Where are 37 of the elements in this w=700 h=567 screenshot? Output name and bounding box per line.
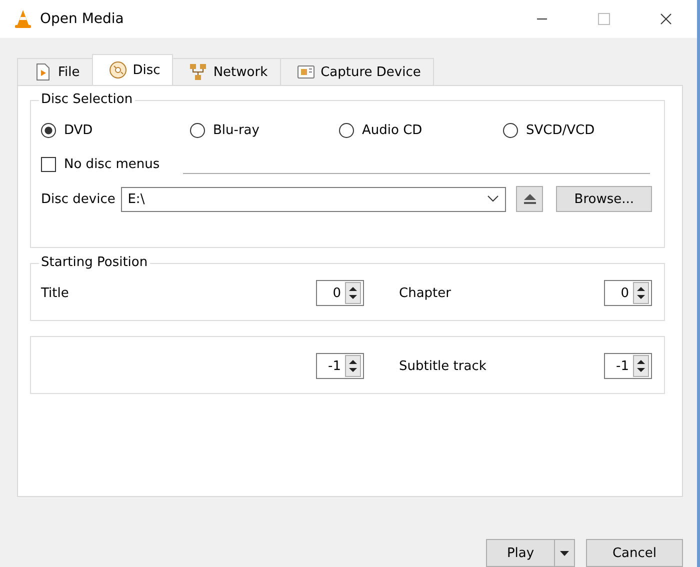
field-label: Disc device xyxy=(41,192,116,206)
browse-button[interactable]: Browse... xyxy=(556,186,652,212)
spin-arrows-icon xyxy=(633,355,649,377)
spin-arrows-icon xyxy=(345,282,361,304)
chevron-down-icon xyxy=(487,195,500,203)
maximize-icon xyxy=(598,13,610,25)
capture-card-icon xyxy=(296,63,315,81)
spin-box[interactable]: 0 xyxy=(604,280,652,306)
spin-box[interactable]: -1 xyxy=(604,353,652,379)
spin-arrows-icon xyxy=(345,355,361,377)
eject-button[interactable] xyxy=(516,186,544,212)
radio-option[interactable]: DVD xyxy=(41,123,190,138)
tab[interactable]: File xyxy=(17,58,93,85)
disc-device-dropdown[interactable]: E:\ xyxy=(120,186,506,212)
radio-option[interactable]: Blu-ray xyxy=(190,123,339,138)
checkbox[interactable]: No disc menus xyxy=(41,157,181,172)
spin-box[interactable]: 0 xyxy=(316,280,364,306)
field-label: Chapter xyxy=(399,286,452,300)
eject-icon xyxy=(522,193,537,205)
traffic-cone-icon xyxy=(14,9,32,29)
play-button[interactable]: Play xyxy=(486,539,575,567)
tab[interactable]: Disc xyxy=(92,54,174,85)
radio-option[interactable]: SVCD/VCD xyxy=(503,123,652,138)
field-label: Subtitle track xyxy=(399,358,488,374)
field-label: Title xyxy=(41,286,70,300)
radio-option[interactable]: Audio CD xyxy=(339,123,503,138)
window-title: Open Media xyxy=(40,11,125,27)
disc-icon xyxy=(108,61,127,79)
file-icon xyxy=(34,63,52,81)
network-icon xyxy=(189,63,208,81)
spin-arrows-icon xyxy=(633,282,649,304)
cancel-button[interactable]: Cancel xyxy=(586,539,683,567)
group-title: Starting Position xyxy=(39,255,150,270)
spin-box[interactable]: -1 xyxy=(316,353,364,379)
caret-down-icon xyxy=(560,550,569,556)
close-icon xyxy=(660,13,672,25)
tab[interactable]: Capture Device xyxy=(280,58,434,85)
